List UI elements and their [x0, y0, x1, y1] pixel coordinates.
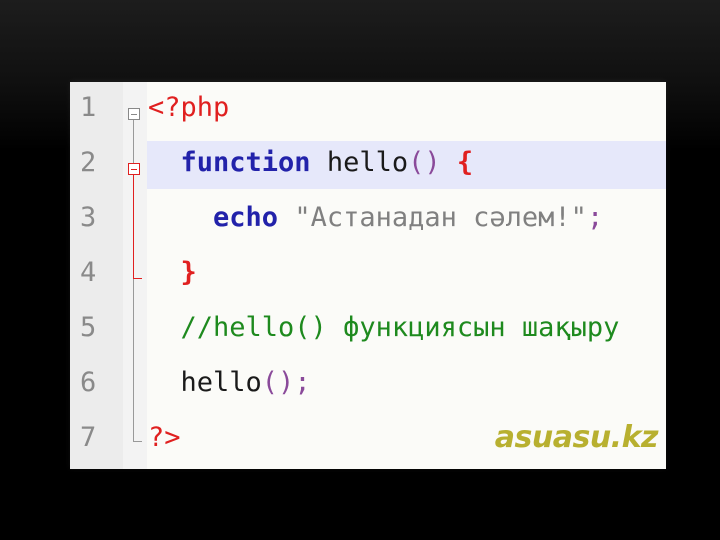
keyword: function — [180, 147, 311, 178]
code-line[interactable]: 4 } — [70, 247, 666, 302]
php-close-tag: ?> — [148, 422, 181, 453]
line-number: 3 — [80, 202, 97, 233]
code-comment: //hello() функциясын шақыру — [180, 312, 620, 343]
function-name: hello — [326, 147, 409, 178]
line-number: 2 — [80, 147, 97, 178]
line-number: 1 — [80, 92, 97, 123]
code-line-highlighted[interactable]: 2 function hello() { — [70, 137, 666, 192]
parentheses: () — [261, 367, 295, 398]
line-number: 5 — [80, 312, 97, 343]
code-line[interactable]: 6 hello(); — [70, 357, 666, 412]
php-open-tag: <?php — [148, 92, 230, 123]
line-number: 4 — [80, 257, 97, 288]
code-editor[interactable]: 1 <?php 2 function hello() { 3 echo "Аст… — [70, 82, 666, 469]
string-literal: "Астанадан сәлем!" — [294, 202, 587, 233]
watermark-logo: asuasu.kz — [494, 420, 659, 455]
parentheses: () — [408, 147, 441, 178]
code-line[interactable]: 5 //hello() функциясын шақыру — [70, 302, 666, 357]
open-brace: { — [456, 147, 474, 178]
line-number: 7 — [80, 422, 97, 453]
close-brace: } — [180, 257, 197, 288]
semicolon: ; — [586, 202, 604, 233]
code-line[interactable]: 3 echo "Астанадан сәлем!"; — [70, 192, 666, 247]
keyword: echo — [213, 202, 279, 233]
code-line[interactable]: 1 <?php — [70, 82, 666, 137]
function-call: hello — [180, 367, 262, 398]
semicolon: ; — [294, 367, 311, 398]
line-number: 6 — [80, 367, 97, 398]
